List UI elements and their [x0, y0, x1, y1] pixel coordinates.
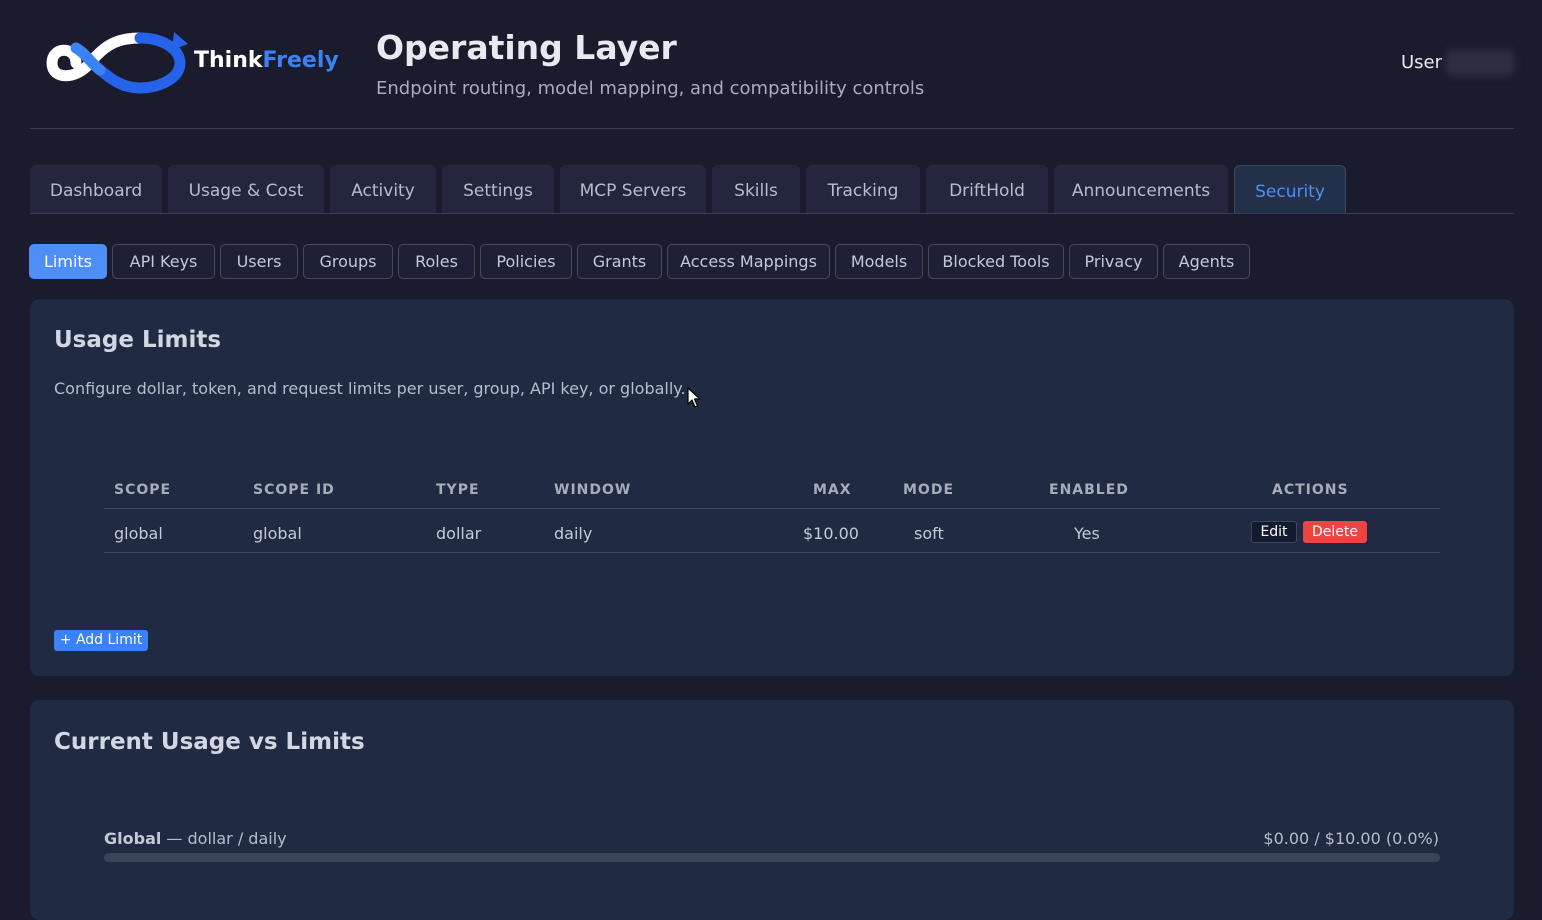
subtab-privacy[interactable]: Privacy: [1069, 244, 1158, 279]
subtab-grants[interactable]: Grants: [577, 244, 662, 279]
table-row-divider: [104, 552, 1440, 553]
subtab-groups[interactable]: Groups: [303, 244, 393, 279]
subtab-models[interactable]: Models: [835, 244, 923, 279]
cell-scope-id: global: [253, 524, 302, 543]
column-header-max: MAX: [813, 482, 852, 498]
cell-enabled: Yes: [1074, 524, 1100, 543]
main-tabs: Dashboard Usage & Cost Activity Settings…: [30, 165, 1514, 214]
page-title: Operating Layer: [376, 28, 677, 67]
current-usage-title: Current Usage vs Limits: [54, 729, 365, 755]
edit-limit-button[interactable]: Edit: [1251, 521, 1297, 543]
delete-limit-button[interactable]: Delete: [1303, 521, 1367, 543]
tab-settings[interactable]: Settings: [442, 165, 554, 213]
usage-item-detail: — dollar / daily: [161, 829, 287, 848]
user-label: User: [1400, 52, 1442, 73]
subtab-limits[interactable]: Limits: [29, 244, 107, 279]
usage-progress-bar: [104, 853, 1440, 862]
column-header-type: TYPE: [436, 482, 480, 498]
cell-scope: global: [114, 524, 163, 543]
usage-limits-panel: Usage Limits Configure dollar, token, an…: [30, 299, 1514, 676]
subtab-policies[interactable]: Policies: [480, 244, 572, 279]
usage-item-label: Global — dollar / daily: [104, 829, 287, 848]
tab-activity[interactable]: Activity: [330, 165, 436, 213]
cell-max: $10.00: [803, 524, 859, 543]
usage-item-value: $0.00 / $10.00 (0.0%): [1263, 829, 1439, 848]
tab-tracking[interactable]: Tracking: [806, 165, 920, 213]
column-header-scope-id: SCOPE ID: [253, 482, 335, 498]
column-header-window: WINDOW: [554, 482, 632, 498]
subtab-roles[interactable]: Roles: [398, 244, 475, 279]
subtab-blocked-tools[interactable]: Blocked Tools: [928, 244, 1064, 279]
subtab-agents[interactable]: Agents: [1163, 244, 1250, 279]
column-header-mode: MODE: [903, 482, 955, 498]
user-name-redacted[interactable]: [1446, 50, 1514, 76]
tab-dashboard[interactable]: Dashboard: [30, 165, 162, 213]
mouse-cursor-icon: [687, 387, 701, 408]
current-usage-panel: Current Usage vs Limits Global — dollar …: [30, 700, 1514, 920]
cell-type: dollar: [436, 524, 482, 543]
brand-name: ThinkFreely: [194, 48, 339, 73]
tab-usage-cost[interactable]: Usage & Cost: [168, 165, 324, 213]
cell-window: daily: [554, 524, 593, 543]
tab-announcements[interactable]: Announcements: [1054, 165, 1228, 213]
tab-skills[interactable]: Skills: [712, 165, 800, 213]
column-header-scope: SCOPE: [114, 482, 172, 498]
infinity-logo-icon: [46, 32, 188, 94]
column-header-actions: ACTIONS: [1272, 482, 1349, 498]
column-header-enabled: ENABLED: [1049, 482, 1129, 498]
tab-drifthold[interactable]: DriftHold: [926, 165, 1048, 213]
table-header-divider: [104, 508, 1440, 509]
thinkfreely-logo[interactable]: ThinkFreely: [40, 26, 360, 100]
tab-security[interactable]: Security: [1234, 165, 1346, 213]
usage-limits-description: Configure dollar, token, and request lim…: [54, 379, 686, 398]
brand-name-part2: Freely: [262, 48, 339, 73]
usage-limits-title: Usage Limits: [54, 327, 222, 353]
tab-mcp-servers[interactable]: MCP Servers: [560, 165, 706, 213]
cell-mode: soft: [914, 524, 944, 543]
subtab-users[interactable]: Users: [220, 244, 298, 279]
subtab-api-keys[interactable]: API Keys: [112, 244, 215, 279]
app-header: ThinkFreely Operating Layer Endpoint rou…: [30, 0, 1514, 129]
subtab-access-mappings[interactable]: Access Mappings: [667, 244, 830, 279]
add-limit-button[interactable]: + Add Limit: [54, 630, 148, 651]
brand-name-part1: Think: [194, 48, 263, 73]
page-subtitle: Endpoint routing, model mapping, and com…: [376, 78, 925, 99]
usage-item-scope: Global: [104, 829, 162, 848]
